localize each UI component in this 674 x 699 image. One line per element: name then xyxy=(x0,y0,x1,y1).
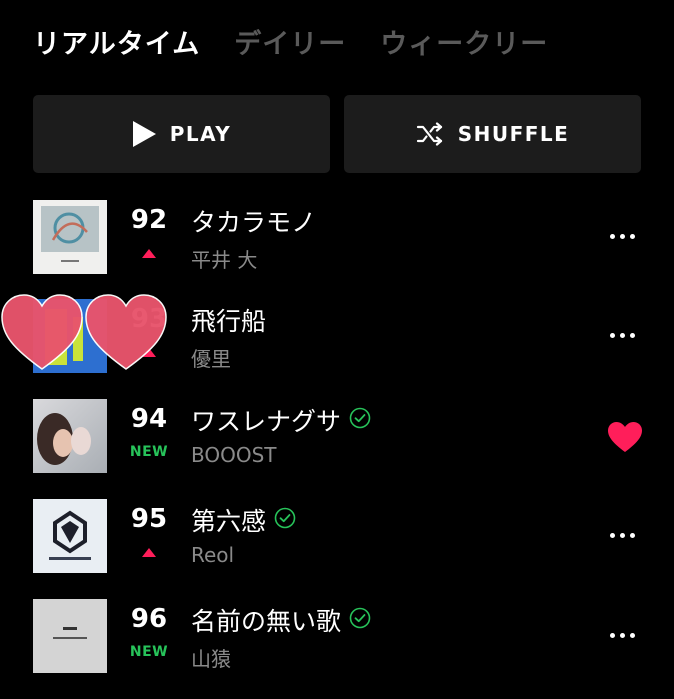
album-art xyxy=(33,499,107,573)
play-triangle-icon xyxy=(132,121,156,147)
track-artist: 優里 xyxy=(191,347,231,371)
verified-check-icon xyxy=(274,506,296,535)
chart-period-tabs: リアルタイム デイリー ウィークリー xyxy=(33,22,548,61)
track-row[interactable]: 94 NEW ワスレナグサ BOOOST xyxy=(0,399,674,499)
track-title: 第六感 xyxy=(191,502,296,538)
track-artist: 平井 大 xyxy=(191,248,258,272)
shuffle-icon xyxy=(416,122,444,146)
tab-realtime[interactable]: リアルタイム xyxy=(33,22,200,61)
tab-daily[interactable]: デイリー xyxy=(234,22,346,61)
shuffle-button-label: SHUFFLE xyxy=(457,122,570,146)
heart-sticker-left xyxy=(0,293,84,375)
verified-check-icon xyxy=(349,406,371,435)
shuffle-button[interactable]: SHUFFLE xyxy=(344,95,641,173)
heart-sticker-right xyxy=(84,293,168,375)
album-art xyxy=(33,599,107,673)
rank-number: 96 xyxy=(130,604,168,634)
track-artist: BOOOST xyxy=(191,443,277,467)
track-row[interactable]: 92 タカラモノ 平井 大 xyxy=(0,200,674,300)
rank-number: 94 xyxy=(130,404,168,434)
new-badge: NEW xyxy=(129,444,169,460)
more-dots-icon[interactable] xyxy=(610,533,635,538)
more-dots-icon[interactable] xyxy=(610,333,635,338)
track-artist: 山猿 xyxy=(191,647,231,671)
track-row[interactable]: 96 NEW 名前の無い歌 山猿 xyxy=(0,599,674,699)
rank-number: 92 xyxy=(130,205,168,235)
triangle-up-icon xyxy=(142,548,156,557)
more-dots-icon[interactable] xyxy=(610,234,635,239)
album-art xyxy=(33,399,107,473)
track-title: 名前の無い歌 xyxy=(191,602,371,638)
rank-number: 95 xyxy=(130,504,168,534)
album-art xyxy=(33,200,107,274)
track-title: ワスレナグサ xyxy=(191,402,371,438)
track-row[interactable]: 95 第六感 Reol xyxy=(0,499,674,599)
play-button-label: PLAY xyxy=(169,122,232,146)
track-title: 飛行船 xyxy=(191,307,267,336)
heart-filled-icon[interactable] xyxy=(607,421,643,457)
triangle-up-icon xyxy=(142,249,156,258)
tab-weekly[interactable]: ウィークリー xyxy=(380,22,548,61)
verified-check-icon xyxy=(349,606,371,635)
track-title: タカラモノ xyxy=(191,208,317,237)
play-button[interactable]: PLAY xyxy=(33,95,330,173)
more-dots-icon[interactable] xyxy=(610,633,635,638)
track-artist: Reol xyxy=(191,543,235,567)
new-badge: NEW xyxy=(129,644,169,660)
